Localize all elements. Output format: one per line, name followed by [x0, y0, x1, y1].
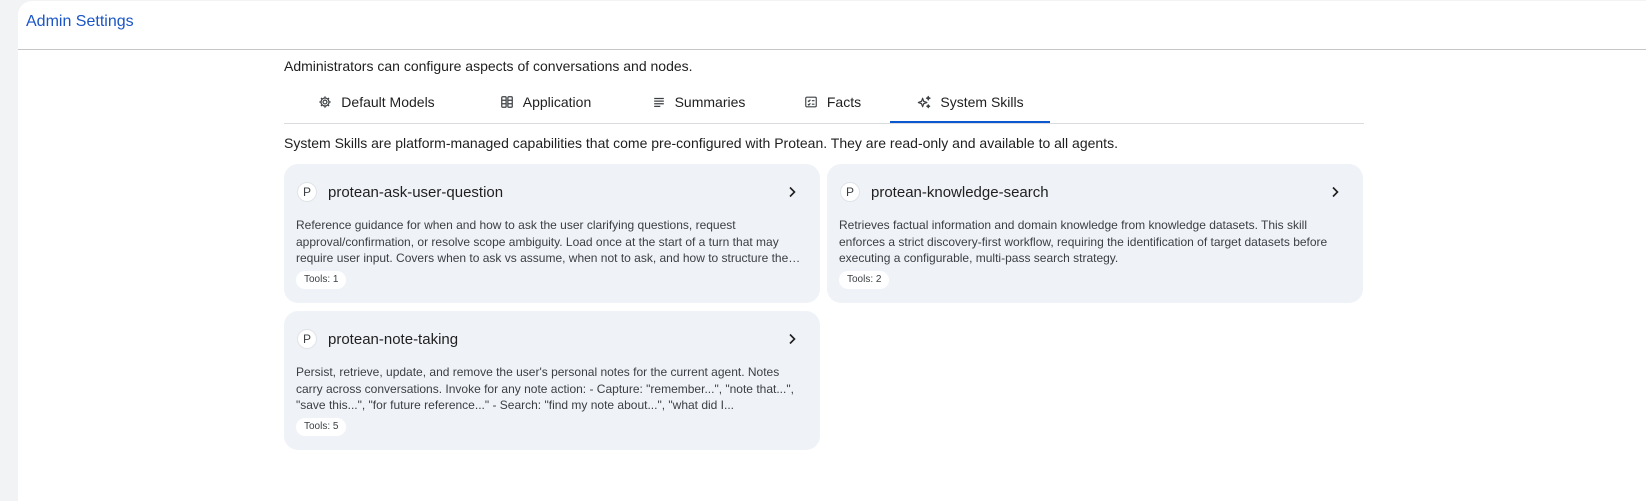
chevron-right-icon[interactable]: [784, 331, 800, 347]
tab-default-models[interactable]: Default Models: [284, 82, 468, 122]
settings-tabs: Default Models Application Summaries Fac…: [284, 82, 1364, 124]
tab-summaries[interactable]: Summaries: [622, 82, 774, 122]
tab-application[interactable]: Application: [468, 82, 622, 122]
tab-label: Summaries: [674, 94, 746, 110]
system-skills-description: System Skills are platform-managed capab…: [284, 135, 1118, 151]
skill-name: protean-knowledge-search: [871, 184, 1049, 201]
skill-avatar: P: [840, 182, 860, 202]
tab-facts[interactable]: Facts: [774, 82, 890, 122]
intro-text: Administrators can configure aspects of …: [284, 58, 693, 74]
tab-system-skills[interactable]: System Skills: [890, 82, 1050, 123]
admin-settings-title-link[interactable]: Admin Settings: [26, 13, 134, 31]
skill-name: protean-note-taking: [328, 331, 459, 348]
top-bar: Admin Settings: [18, 1, 1646, 50]
tools-count-badge: Tools: 2: [839, 271, 890, 289]
skill-avatar: P: [297, 329, 317, 349]
tools-count-badge: Tools: 1: [296, 271, 347, 289]
skill-description: Retrieves factual information and domain…: [839, 218, 1328, 265]
skill-description: Reference guidance for when and how to a…: [296, 218, 789, 265]
application-grid-icon: [499, 94, 515, 110]
tab-label: System Skills: [940, 94, 1024, 110]
chevron-right-icon[interactable]: [1327, 184, 1343, 200]
skill-card[interactable]: P protean-knowledge-search Retrieves fac…: [827, 164, 1363, 303]
tab-label: Facts: [826, 94, 862, 110]
facts-checklist-icon: [803, 94, 819, 110]
model-gear-icon: [317, 94, 333, 110]
sparkle-icon: [916, 94, 932, 110]
skill-card[interactable]: P protean-note-taking Persist, retrieve,…: [284, 311, 820, 450]
tools-count-badge: Tools: 5: [296, 418, 347, 436]
skill-description: Persist, retrieve, update, and remove th…: [296, 365, 794, 412]
skill-name: protean-ask-user-question: [328, 184, 504, 201]
admin-settings-page: Admin Settings Administrators can config…: [18, 1, 1646, 501]
tab-label: Default Models: [341, 94, 435, 110]
chevron-right-icon[interactable]: [784, 184, 800, 200]
skill-avatar: P: [297, 182, 317, 202]
tab-label: Application: [522, 94, 592, 110]
summaries-lines-icon: [651, 94, 667, 110]
skill-card[interactable]: P protean-ask-user-question Reference gu…: [284, 164, 820, 303]
